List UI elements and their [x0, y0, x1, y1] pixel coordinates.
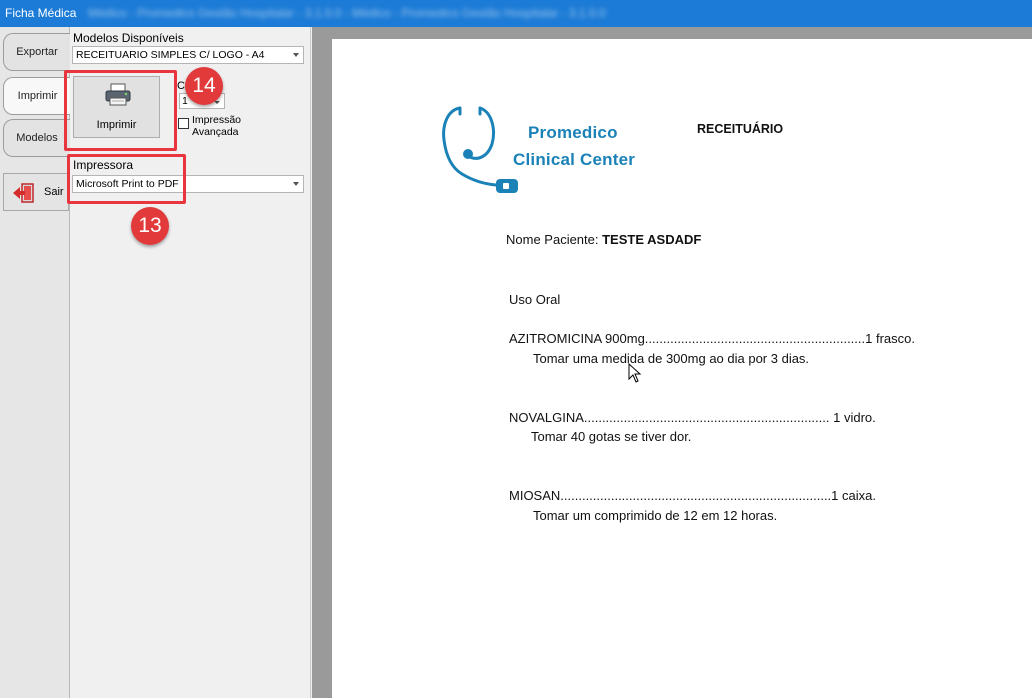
- logo-line1: Promedico: [528, 123, 618, 142]
- medication-line: NOVALGINA...............................…: [509, 410, 876, 425]
- medication-instruction: Tomar uma medida de 300mg ao dia por 3 d…: [533, 351, 810, 366]
- document-page: [332, 39, 1032, 698]
- sair-label: Sair: [44, 186, 64, 198]
- printer-highlight: [67, 154, 186, 204]
- copies-value: 1: [182, 95, 188, 107]
- tab-imprimir[interactable]: Imprimir: [3, 77, 71, 115]
- copies-label: C: [177, 80, 185, 92]
- tab-modelos[interactable]: Modelos: [3, 119, 70, 157]
- advanced-print-label-line1: Impressão: [192, 114, 242, 126]
- patient-label: Nome Paciente:: [506, 232, 603, 247]
- stethoscope-logo-icon: [442, 106, 518, 193]
- mouse-cursor-icon: [628, 363, 642, 383]
- side-tab-column: Exportar Imprimir Modelos Sair: [0, 27, 71, 698]
- route-text: Uso Oral: [509, 292, 561, 307]
- tab-exportar[interactable]: Exportar: [3, 33, 70, 71]
- exit-icon: [13, 183, 34, 203]
- sair-button[interactable]: Sair: [3, 173, 69, 211]
- window-title: Ficha Médica: [5, 6, 77, 20]
- medication-instruction: Tomar um comprimido de 12 em 12 horas.: [533, 508, 778, 523]
- medication-instruction: Tomar 40 gotas se tiver dor.: [531, 429, 692, 444]
- advanced-print-label-line2: Avançada: [192, 126, 239, 138]
- patient-name: TESTE ASDADF: [602, 232, 702, 247]
- title-bar: Ficha Médica Médico - Promedico Gestão H…: [0, 0, 1032, 27]
- logo-line2: Clinical Center: [513, 150, 636, 169]
- modelos-dropdown[interactable]: RECEITUARIO SIMPLES C/ LOGO - A4: [72, 46, 304, 64]
- window-title-blurred: Médico - Promedico Gestão Hospitalar - 3…: [88, 6, 606, 20]
- advanced-print-label: Impressão Avançada: [192, 114, 241, 138]
- document-heading: RECEITUÁRIO: [697, 122, 784, 136]
- modelos-dropdown-value: RECEITUARIO SIMPLES C/ LOGO - A4: [76, 49, 265, 61]
- advanced-print-checkbox[interactable]: [178, 118, 189, 129]
- medication-line: AZITROMICINA 900mg......................…: [509, 331, 915, 346]
- print-button-highlight: [64, 70, 177, 151]
- chevron-down-icon: [293, 53, 299, 57]
- patient-line: Nome Paciente: TESTE ASDADF: [506, 232, 701, 247]
- medication-line: MIOSAN..................................…: [509, 488, 876, 503]
- step-badge-13: 13: [131, 207, 169, 245]
- modelos-label: Modelos Disponíveis: [73, 31, 184, 45]
- chevron-down-icon: [293, 182, 299, 186]
- step-badge-14: 14: [185, 67, 223, 105]
